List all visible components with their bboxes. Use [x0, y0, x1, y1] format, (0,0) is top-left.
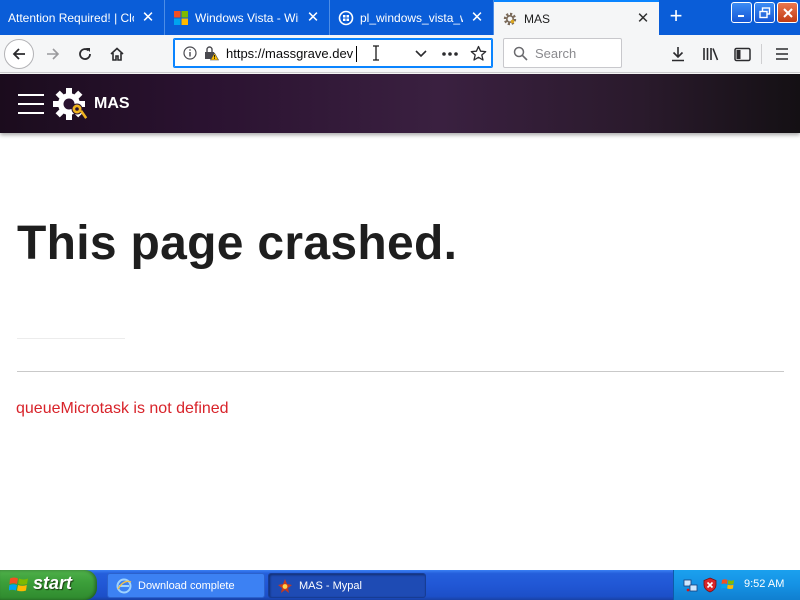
- tab-title: MAS: [524, 11, 551, 26]
- url-text[interactable]: https://massgrave.dev: [226, 46, 353, 61]
- update-icon[interactable]: [720, 577, 736, 593]
- gear-icon: [502, 11, 518, 27]
- sidebar-button[interactable]: [727, 39, 757, 69]
- home-button[interactable]: [102, 39, 132, 69]
- divider-short: [17, 338, 125, 339]
- tab-windows-vista[interactable]: Windows Vista - Wind ✕: [165, 0, 330, 35]
- close-window-button[interactable]: [777, 2, 798, 23]
- minimize-button[interactable]: [731, 2, 752, 23]
- tab-close-icon[interactable]: ✕: [140, 10, 156, 26]
- forward-button[interactable]: [38, 39, 68, 69]
- divider: [17, 371, 784, 372]
- download-arrow-icon: [672, 47, 684, 62]
- gear-key-logo-icon[interactable]: [53, 87, 89, 121]
- tab-close-icon[interactable]: ✕: [305, 10, 321, 26]
- reload-icon: [79, 48, 91, 60]
- start-button[interactable]: start: [0, 570, 97, 600]
- taskbar-item-label: MAS - Mypal: [299, 579, 362, 592]
- close-icon: [782, 7, 793, 18]
- taskbar-item-mypal[interactable]: MAS - Mypal: [268, 573, 426, 598]
- navigation-toolbar: https://massgrave.dev Search: [0, 35, 800, 73]
- page-title: This page crashed.: [17, 217, 458, 270]
- search-input[interactable]: Search: [503, 38, 622, 68]
- tab-close-icon[interactable]: ✕: [635, 11, 651, 27]
- chevron-down-icon[interactable]: [414, 48, 428, 60]
- windows-logo-icon: [173, 10, 189, 26]
- bookmark-star-icon[interactable]: [470, 45, 487, 62]
- reload-button[interactable]: [70, 39, 100, 69]
- site-menu-button[interactable]: [18, 93, 44, 115]
- tab-strip: Attention Required! | Clo ✕ Windows Vist…: [0, 0, 800, 35]
- downloads-button[interactable]: [663, 39, 693, 69]
- tab-title: pl_windows_vista_wi: [360, 10, 463, 25]
- error-message: queueMicrotask is not defined: [16, 400, 229, 417]
- site-brand[interactable]: MAS: [94, 95, 130, 113]
- tab-mas[interactable]: MAS ✕: [494, 0, 659, 35]
- tab-close-icon[interactable]: ✕: [469, 10, 485, 26]
- text-cursor: [356, 46, 357, 62]
- arrow-right-icon: [47, 48, 60, 60]
- menu-button[interactable]: [767, 39, 797, 69]
- library-button[interactable]: [696, 39, 726, 69]
- new-tab-button[interactable]: +: [664, 5, 688, 29]
- start-label: start: [33, 573, 73, 593]
- ie-icon: [116, 578, 132, 594]
- restore-icon: [758, 6, 770, 18]
- site-header: MAS: [0, 74, 800, 133]
- ibeam-cursor-icon: [373, 45, 379, 61]
- security-shield-icon[interactable]: [702, 577, 718, 593]
- url-bar[interactable]: https://massgrave.dev: [173, 38, 493, 68]
- sidebar-icon: [733, 47, 751, 61]
- taskbar-item-label: Download complete: [138, 579, 235, 592]
- back-button[interactable]: [4, 39, 34, 69]
- hamburger-menu-icon: [776, 48, 788, 60]
- restore-button[interactable]: [754, 2, 775, 23]
- lock-warning-icon[interactable]: [203, 45, 219, 61]
- windows-flag-icon: [9, 577, 28, 592]
- minimize-icon: [737, 14, 744, 17]
- arrow-left-icon: [12, 48, 25, 60]
- home-icon: [110, 47, 124, 61]
- system-tray: 9:52 AM: [673, 570, 800, 600]
- tab-title: Attention Required! | Clo: [8, 10, 134, 25]
- taskbar: start Download complete MAS - Mypal 9:52…: [0, 570, 800, 600]
- network-icon[interactable]: [683, 577, 699, 593]
- info-icon[interactable]: [183, 46, 197, 60]
- clock[interactable]: 9:52 AM: [744, 578, 784, 590]
- mypal-icon: [277, 578, 293, 594]
- tab-attention-required[interactable]: Attention Required! | Clo ✕: [0, 0, 165, 35]
- tab-pl-windows-vista[interactable]: pl_windows_vista_wi ✕: [330, 0, 494, 35]
- search-icon: [513, 46, 528, 61]
- tab-title: Windows Vista - Wind: [195, 10, 299, 25]
- more-actions-icon[interactable]: [441, 51, 459, 57]
- library-icon: [703, 48, 719, 61]
- taskbar-item-download[interactable]: Download complete: [107, 573, 265, 598]
- search-placeholder: Search: [535, 46, 577, 61]
- toolbar-separator: [761, 44, 762, 64]
- generic-page-icon: [338, 10, 354, 26]
